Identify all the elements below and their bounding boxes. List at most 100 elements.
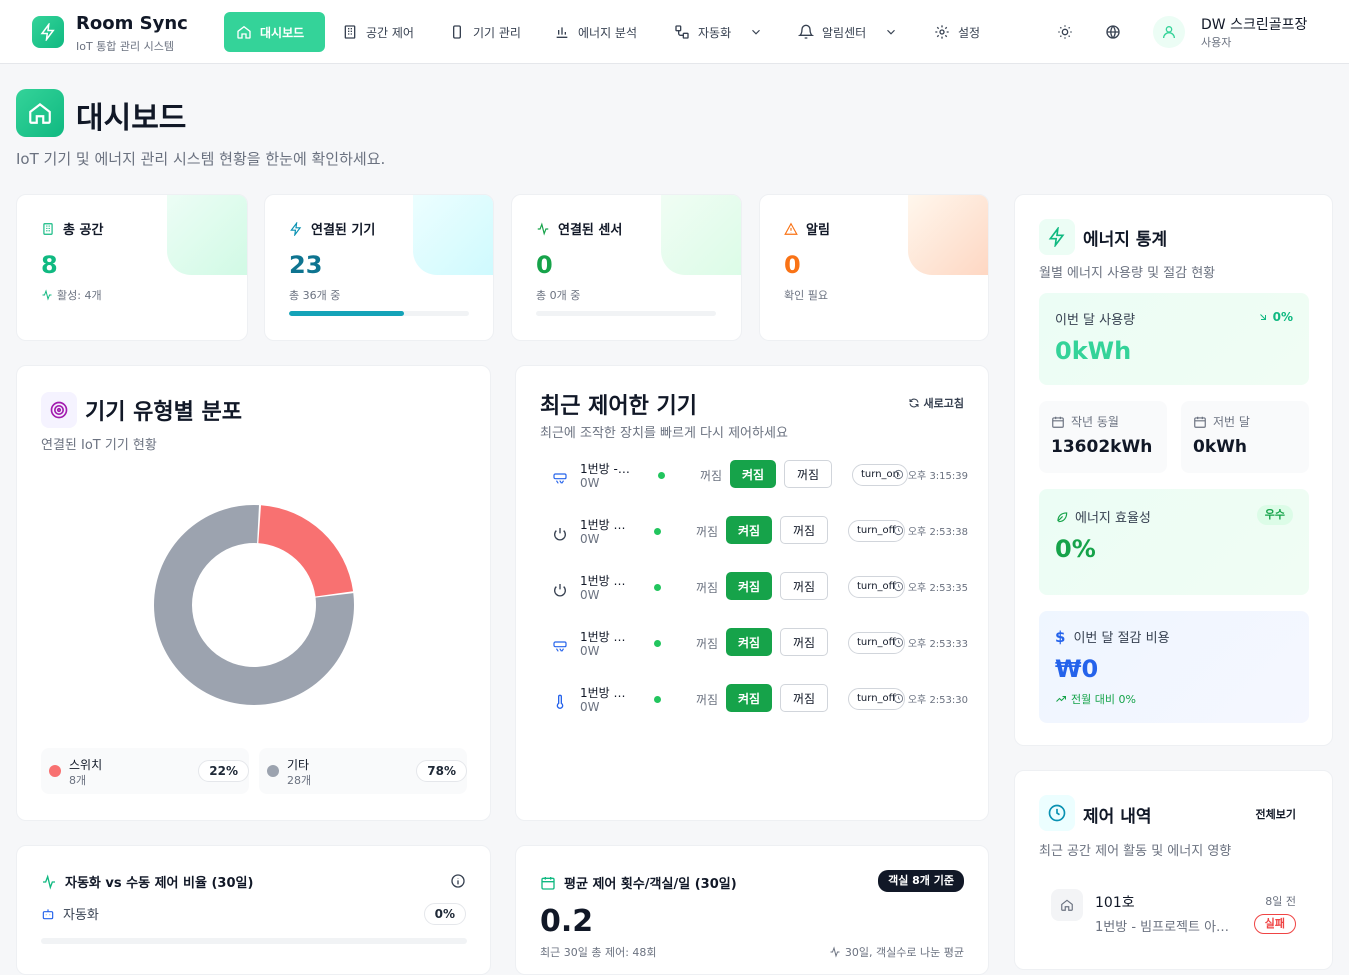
device-name[interactable]: 1번방 …	[580, 572, 632, 589]
turn-on-button[interactable]: 켜짐	[726, 684, 772, 712]
app-logo[interactable]	[32, 16, 64, 48]
card-decoration	[413, 195, 493, 275]
history-time: 8일 전	[1265, 895, 1296, 908]
energy-subtitle: 월별 에너지 사용량 및 절감 현황	[1039, 266, 1216, 281]
stat-label: 총 공간	[41, 219, 103, 238]
turn-on-button[interactable]: 켜짐	[730, 460, 776, 488]
bolt-icon	[40, 23, 55, 41]
last-month-label: 저번 달	[1213, 415, 1250, 429]
chevron-down-icon	[887, 29, 896, 35]
nav-label: 공간 제어	[366, 25, 414, 40]
auto-label: 자동화	[63, 908, 99, 923]
nav-alerts[interactable]: 알림센터	[786, 12, 910, 52]
nav-label: 기기 관리	[473, 25, 521, 40]
stat-label-text: 연결된 센서	[558, 223, 623, 238]
legend-dot	[267, 765, 279, 777]
this-month-label: 이번 달 사용량	[1055, 313, 1136, 328]
user-name[interactable]: DW 스크린골프장	[1201, 14, 1307, 34]
online-dot	[654, 696, 661, 703]
pie-slice-0[interactable]	[258, 505, 354, 597]
aircon-icon	[550, 636, 570, 656]
user-role: 사용자	[1201, 36, 1232, 49]
nav-dashboard[interactable]: 대시보드	[224, 12, 325, 52]
device-power: 0W	[580, 588, 600, 602]
auto-ratio-title: 자동화 vs 수동 제어 비율 (30일)	[65, 876, 254, 891]
calendar-icon	[1194, 416, 1206, 428]
online-dot	[654, 528, 661, 535]
nav-settings[interactable]: 설정	[922, 12, 992, 52]
progress-bar	[536, 311, 716, 316]
language-button[interactable]	[1101, 20, 1125, 44]
efficiency-value: 0%	[1055, 535, 1096, 563]
efficiency-box: 에너지 효율성 우수 0%	[1039, 489, 1309, 595]
leaf-icon	[1057, 511, 1068, 522]
turn-off-button[interactable]: 꺼짐	[780, 572, 828, 600]
activity-icon	[537, 221, 549, 236]
avg-control-value: 0.2	[540, 904, 594, 939]
home-icon	[29, 102, 51, 124]
turn-off-button[interactable]: 꺼짐	[780, 516, 828, 544]
refresh-button[interactable]: 새로고침	[908, 395, 964, 411]
stat-sub: 총 36개 중	[289, 287, 340, 303]
device-state: 꺼짐	[700, 469, 723, 483]
table-row: 1번방 … 0W 꺼짐 켜짐 꺼짐 turn_off 오후 2:53:30	[540, 682, 968, 722]
turn-off-button[interactable]: 꺼짐	[784, 460, 832, 488]
power-icon	[550, 580, 570, 600]
turn-off-button[interactable]: 꺼짐	[780, 684, 828, 712]
stat-sub-text: 총 36개 중	[289, 289, 341, 302]
device-name[interactable]: 1번방 - …	[580, 460, 632, 477]
clock-icon	[1039, 795, 1075, 831]
history-room[interactable]: 101호	[1095, 892, 1135, 912]
aircon-icon	[550, 468, 570, 488]
nav-devices[interactable]: 기기 관리	[437, 12, 533, 52]
nav-energy[interactable]: 에너지 분석	[542, 12, 649, 52]
stat-value: 0	[784, 251, 801, 279]
clock-icon-glyph	[1048, 804, 1066, 822]
warning-icon	[784, 222, 798, 235]
stat-card-sensors[interactable]: 연결된 센서 0 총 0개 중	[511, 194, 742, 341]
distribution-title: 기기 유형별 분포	[85, 400, 242, 425]
stat-sub-text: 총 0개 중	[536, 289, 581, 302]
stat-sub: 총 0개 중	[536, 287, 580, 303]
device-name[interactable]: 1번방 …	[580, 684, 632, 701]
stat-sub-text: 활성: 4개	[57, 289, 102, 302]
last-month-value: 0kWh	[1193, 437, 1247, 457]
device-power: 0W	[580, 644, 600, 658]
nav-space[interactable]: 공간 제어	[330, 12, 426, 52]
stat-card-devices[interactable]: 연결된 기기 23 총 36개 중	[264, 194, 494, 341]
turn-on-button[interactable]: 켜짐	[726, 516, 772, 544]
stat-card-spaces[interactable]: 총 공간 8 활성: 4개	[16, 194, 248, 341]
clock-icon	[893, 637, 903, 648]
control-time: 오후 3:15:39	[893, 467, 968, 482]
stat-sub: 확인 필요	[784, 287, 828, 303]
turn-on-button[interactable]: 켜짐	[726, 628, 772, 656]
stat-label: 알림	[784, 219, 830, 238]
device-name[interactable]: 1번방 …	[580, 628, 632, 645]
stat-card-alerts[interactable]: 알림 0 확인 필요	[759, 194, 989, 341]
nav-automation[interactable]: 자동화	[662, 12, 775, 52]
bolt-icon	[290, 221, 302, 236]
device-name[interactable]: 1번방 …	[580, 516, 632, 533]
bar-chart-icon	[556, 27, 568, 38]
clock-icon	[893, 469, 903, 480]
view-all-button[interactable]: 전체보기	[1256, 806, 1296, 822]
stat-sub: 활성: 4개	[41, 287, 102, 303]
nav-label: 대시보드	[260, 25, 305, 40]
theme-toggle-button[interactable]	[1053, 20, 1077, 44]
card-decoration	[167, 195, 247, 275]
saving-change: 전월 대비 0%	[1071, 693, 1136, 706]
avatar[interactable]	[1153, 16, 1185, 48]
turn-off-button[interactable]: 꺼짐	[780, 628, 828, 656]
globe-icon	[1106, 25, 1120, 39]
calendar-icon	[541, 876, 555, 890]
device-distribution-card: 기기 유형별 분포 연결된 IoT 기기 현황 스위치 8개 22% 기타 28…	[16, 365, 491, 821]
legend-item: 기타 28개 78%	[259, 748, 467, 794]
table-row: 1번방 … 0W 꺼짐 켜짐 꺼짐 turn_off 오후 2:53:38	[540, 514, 968, 554]
info-icon[interactable]	[450, 873, 466, 889]
avg-control-note-right: 30일, 객실수로 나눈 평균	[844, 946, 964, 959]
recent-subtitle: 최근에 조작한 장치를 빠르게 다시 제어하세요	[540, 426, 788, 441]
control-time: 오후 2:53:35	[893, 579, 968, 594]
legend-pct: 22%	[198, 760, 249, 782]
turn-on-button[interactable]: 켜짐	[726, 572, 772, 600]
energy-stats-card: 에너지 통계 월별 에너지 사용량 및 절감 현황 이번 달 사용량 0% 0k…	[1014, 194, 1333, 746]
